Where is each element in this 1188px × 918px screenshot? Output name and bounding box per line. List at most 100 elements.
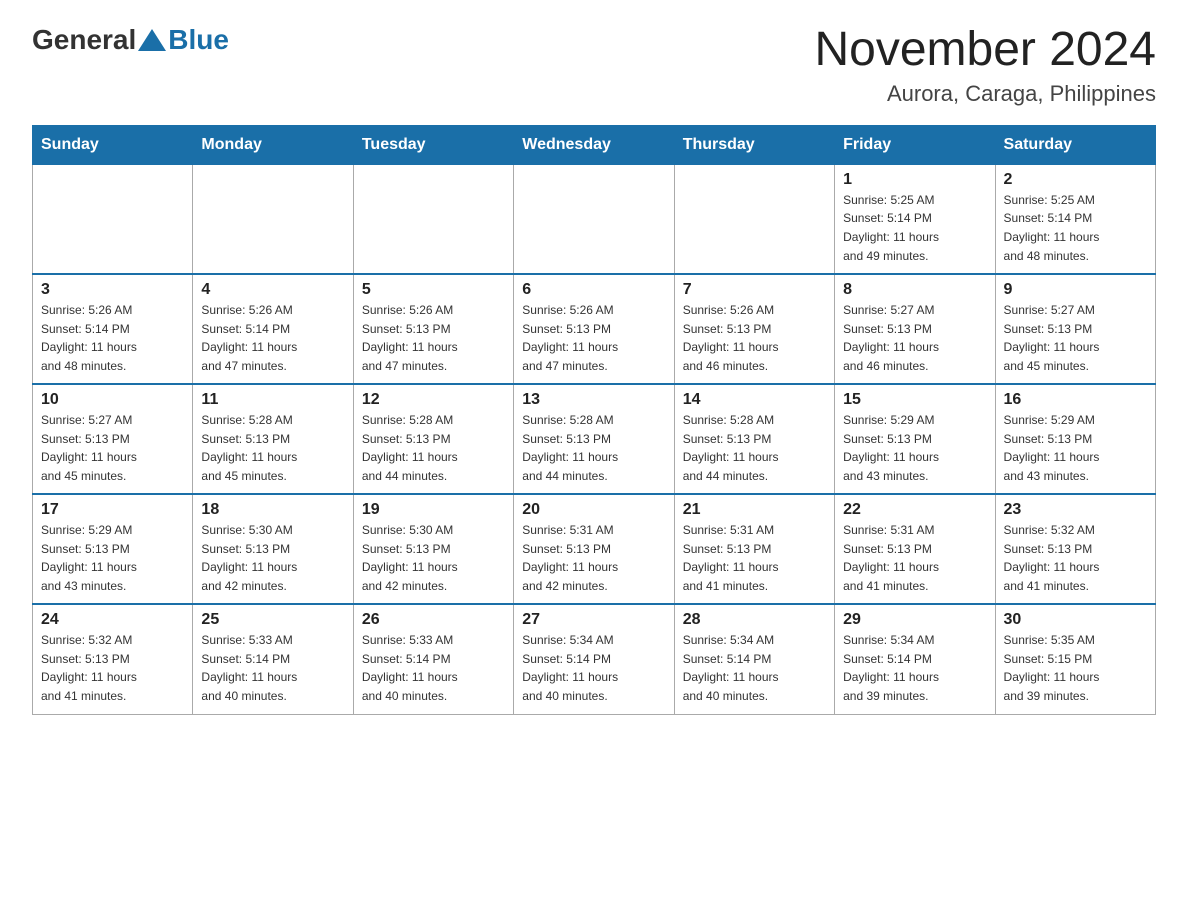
day-info: Sunrise: 5:25 AMSunset: 5:14 PMDaylight:… [843, 191, 986, 265]
day-info: Sunrise: 5:32 AMSunset: 5:13 PMDaylight:… [1004, 521, 1147, 595]
day-number: 29 [843, 611, 986, 629]
day-info: Sunrise: 5:28 AMSunset: 5:13 PMDaylight:… [683, 411, 826, 485]
calendar-cell: 4 Sunrise: 5:26 AMSunset: 5:14 PMDaylight… [193, 274, 353, 384]
calendar-cell: 17Sunrise: 5:29 AMSunset: 5:13 PMDayligh… [33, 494, 193, 604]
calendar-cell: 3Sunrise: 5:26 AMSunset: 5:14 PMDaylight… [33, 274, 193, 384]
calendar-cell: 1 Sunrise: 5:25 AMSunset: 5:14 PMDaylight… [835, 164, 995, 274]
day-number: 22 [843, 501, 986, 519]
day-number: 27 [522, 611, 665, 629]
calendar-cell: 13 Sunrise: 5:28 AMSunset: 5:13 PMDayligh… [514, 384, 674, 494]
day-info: Sunrise: 5:34 AMSunset: 5:14 PMDaylight:… [683, 631, 826, 705]
calendar-cell: 25Sunrise: 5:33 AMSunset: 5:14 PMDayligh… [193, 604, 353, 714]
calendar-cell: 7 Sunrise: 5:26 AMSunset: 5:13 PMDaylight… [674, 274, 834, 384]
calendar-week-row: 3 Sunrise: 5:26 AMSunset: 5:14 PMDaylight… [33, 274, 1156, 384]
day-number: 14 [683, 391, 826, 409]
day-number: 13 [522, 391, 665, 409]
day-info: Sunrise: 5:29 AMSunset: 5:13 PMDaylight:… [1004, 411, 1147, 485]
calendar-cell: 26 Sunrise: 5:33 AMSunset: 5:14 PMDayligh… [353, 604, 513, 714]
day-number: 7 [683, 281, 826, 299]
day-number: 15 [843, 391, 986, 409]
calendar-header-monday: Monday [193, 125, 353, 164]
day-info: Sunrise: 5:26 AMSunset: 5:14 PMDaylight:… [201, 301, 344, 375]
calendar-header-sunday: Sunday [33, 125, 193, 164]
calendar-cell: 2Sunrise: 5:25 AMSunset: 5:14 PMDaylight… [995, 164, 1155, 274]
day-info: Sunrise: 5:30 AMSunset: 5:13 PMDaylight:… [362, 521, 505, 595]
day-info: Sunrise: 5:33 AMSunset: 5:14 PMDaylight:… [362, 631, 505, 705]
calendar-cell: 28 Sunrise: 5:34 AMSunset: 5:14 PMDayligh… [674, 604, 834, 714]
day-info: Sunrise: 5:35 AMSunset: 5:15 PMDaylight:… [1004, 631, 1147, 705]
day-info: Sunrise: 5:28 AMSunset: 5:13 PMDaylight:… [522, 411, 665, 485]
calendar-week-row: 24Sunrise: 5:32 AMSunset: 5:13 PMDayligh… [33, 604, 1156, 714]
calendar-cell: 16 Sunrise: 5:29 AMSunset: 5:13 PMDayligh… [995, 384, 1155, 494]
calendar-cell: 24Sunrise: 5:32 AMSunset: 5:13 PMDayligh… [33, 604, 193, 714]
calendar-cell: 6 Sunrise: 5:26 AMSunset: 5:13 PMDaylight… [514, 274, 674, 384]
day-number: 30 [1004, 611, 1147, 629]
logo-general-text: General [32, 24, 136, 56]
calendar-cell: 21 Sunrise: 5:31 AMSunset: 5:13 PMDayligh… [674, 494, 834, 604]
day-number: 8 [843, 281, 986, 299]
day-info: Sunrise: 5:31 AMSunset: 5:13 PMDaylight:… [683, 521, 826, 595]
day-info: Sunrise: 5:26 AMSunset: 5:13 PMDaylight:… [522, 301, 665, 375]
day-info: Sunrise: 5:27 AMSunset: 5:13 PMDaylight:… [843, 301, 986, 375]
calendar-cell: 22 Sunrise: 5:31 AMSunset: 5:13 PMDayligh… [835, 494, 995, 604]
day-info: Sunrise: 5:31 AMSunset: 5:13 PMDaylight:… [522, 521, 665, 595]
day-number: 1 [843, 171, 986, 189]
calendar-cell: 29Sunrise: 5:34 AMSunset: 5:14 PMDayligh… [835, 604, 995, 714]
day-number: 16 [1004, 391, 1147, 409]
day-number: 11 [201, 391, 344, 409]
calendar-header-friday: Friday [835, 125, 995, 164]
day-info: Sunrise: 5:33 AMSunset: 5:14 PMDaylight:… [201, 631, 344, 705]
day-number: 5 [362, 281, 505, 299]
day-number: 4 [201, 281, 344, 299]
calendar-cell [193, 164, 353, 274]
calendar-cell: 18Sunrise: 5:30 AMSunset: 5:13 PMDayligh… [193, 494, 353, 604]
day-number: 26 [362, 611, 505, 629]
calendar-cell: 19 Sunrise: 5:30 AMSunset: 5:13 PMDayligh… [353, 494, 513, 604]
calendar-week-row: 1 Sunrise: 5:25 AMSunset: 5:14 PMDaylight… [33, 164, 1156, 274]
day-number: 10 [41, 391, 184, 409]
calendar-cell: 15Sunrise: 5:29 AMSunset: 5:13 PMDayligh… [835, 384, 995, 494]
day-number: 19 [362, 501, 505, 519]
location-title: Aurora, Caraga, Philippines [814, 81, 1156, 107]
calendar-cell [353, 164, 513, 274]
month-title: November 2024 [814, 24, 1156, 77]
calendar-cell [514, 164, 674, 274]
day-number: 21 [683, 501, 826, 519]
calendar-cell: 20Sunrise: 5:31 AMSunset: 5:13 PMDayligh… [514, 494, 674, 604]
day-info: Sunrise: 5:26 AMSunset: 5:13 PMDaylight:… [683, 301, 826, 375]
day-number: 9 [1004, 281, 1147, 299]
calendar-cell: 9 Sunrise: 5:27 AMSunset: 5:13 PMDaylight… [995, 274, 1155, 384]
day-info: Sunrise: 5:25 AMSunset: 5:14 PMDaylight:… [1004, 191, 1147, 265]
day-number: 24 [41, 611, 184, 629]
calendar-header-saturday: Saturday [995, 125, 1155, 164]
logo-triangle-icon [138, 29, 166, 51]
calendar-cell: 27Sunrise: 5:34 AMSunset: 5:14 PMDayligh… [514, 604, 674, 714]
calendar-cell: 11 Sunrise: 5:28 AMSunset: 5:13 PMDayligh… [193, 384, 353, 494]
calendar-table: SundayMondayTuesdayWednesdayThursdayFrid… [32, 125, 1156, 715]
day-info: Sunrise: 5:28 AMSunset: 5:13 PMDaylight:… [201, 411, 344, 485]
calendar-week-row: 17Sunrise: 5:29 AMSunset: 5:13 PMDayligh… [33, 494, 1156, 604]
calendar-header-tuesday: Tuesday [353, 125, 513, 164]
calendar-cell: 5 Sunrise: 5:26 AMSunset: 5:13 PMDaylight… [353, 274, 513, 384]
day-info: Sunrise: 5:31 AMSunset: 5:13 PMDaylight:… [843, 521, 986, 595]
day-info: Sunrise: 5:26 AMSunset: 5:13 PMDaylight:… [362, 301, 505, 375]
day-number: 28 [683, 611, 826, 629]
calendar-cell: 10 Sunrise: 5:27 AMSunset: 5:13 PMDayligh… [33, 384, 193, 494]
calendar-cell [33, 164, 193, 274]
day-number: 18 [201, 501, 344, 519]
calendar-cell: 8 Sunrise: 5:27 AMSunset: 5:13 PMDaylight… [835, 274, 995, 384]
title-area: November 2024 Aurora, Caraga, Philippine… [814, 24, 1156, 107]
logo-blue-text: Blue [168, 24, 229, 56]
day-number: 3 [41, 281, 184, 299]
calendar-header-thursday: Thursday [674, 125, 834, 164]
day-number: 12 [362, 391, 505, 409]
logo: General Blue [32, 24, 229, 56]
calendar-header-wednesday: Wednesday [514, 125, 674, 164]
day-number: 6 [522, 281, 665, 299]
day-number: 23 [1004, 501, 1147, 519]
calendar-cell [674, 164, 834, 274]
day-info: Sunrise: 5:27 AMSunset: 5:13 PMDaylight:… [1004, 301, 1147, 375]
day-info: Sunrise: 5:27 AMSunset: 5:13 PMDaylight:… [41, 411, 184, 485]
calendar-cell: 30 Sunrise: 5:35 AMSunset: 5:15 PMDayligh… [995, 604, 1155, 714]
calendar-cell: 14 Sunrise: 5:28 AMSunset: 5:13 PMDayligh… [674, 384, 834, 494]
